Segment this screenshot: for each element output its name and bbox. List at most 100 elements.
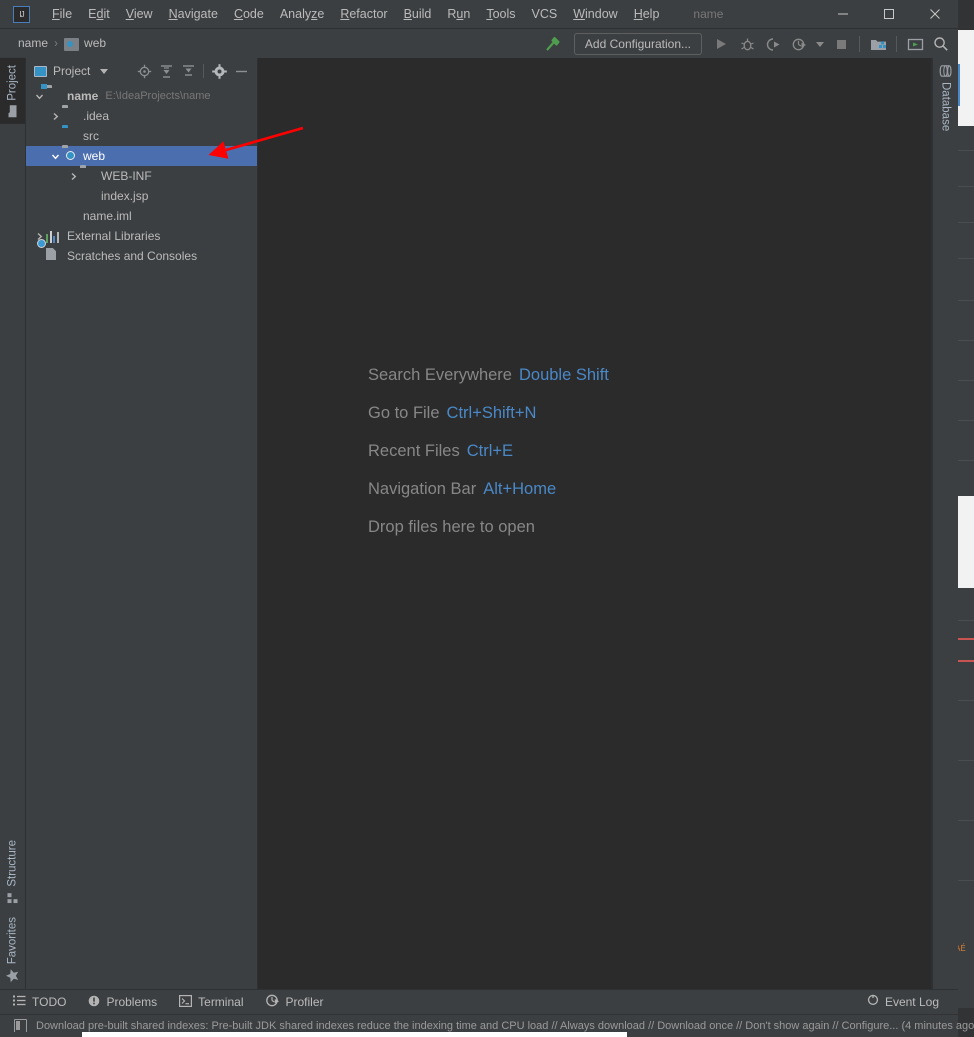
sidebar-item-structure[interactable]: Structure: [0, 833, 25, 910]
tree-node-name-iml[interactable]: name.iml: [26, 206, 257, 226]
update-app-icon[interactable]: [902, 31, 928, 57]
sidebar-item-database-label: Database: [939, 82, 952, 132]
status-item-profiler-label: Profiler: [285, 995, 324, 1009]
expand-all-icon[interactable]: [156, 61, 176, 81]
dropdown-caret-icon[interactable]: [812, 31, 828, 57]
event-log-icon: [867, 994, 879, 1010]
status-item-profiler[interactable]: Profiler: [257, 992, 333, 1012]
window-project-title: name: [693, 7, 724, 21]
status-item-problems[interactable]: Problems: [79, 993, 166, 1012]
hint-search-everywhere-shortcut: Double Shift: [518, 366, 609, 384]
sidebar-item-favorites[interactable]: Favorites: [0, 910, 25, 989]
main-window: IJ File Edit View Navigate Code Analyze …: [0, 0, 974, 1037]
menu-view[interactable]: View: [118, 4, 161, 24]
add-configuration-button[interactable]: Add Configuration...: [573, 33, 702, 55]
menu-file[interactable]: File: [44, 4, 80, 24]
menu-help[interactable]: Help: [626, 4, 668, 24]
tree-node-index-jsp[interactable]: index.jsp: [26, 186, 257, 206]
menu-window[interactable]: Window: [565, 4, 625, 24]
status-item-event-log-label: Event Log: [884, 995, 939, 1009]
sidebar-item-structure-label: Structure: [6, 840, 19, 887]
status-item-terminal[interactable]: Terminal: [170, 993, 252, 1012]
breadcrumb-item-web[interactable]: web: [60, 34, 110, 52]
left-tool-strip: Project Structure Favorites: [0, 58, 26, 989]
menu-code[interactable]: Code: [226, 4, 272, 24]
hint-recent-files-action: Recent Files: [368, 442, 460, 460]
hint-search-everywhere: Search Everywhere Double Shift: [368, 366, 609, 385]
run-icon[interactable]: [708, 31, 734, 57]
chevron-down-icon[interactable]: [32, 92, 46, 101]
editor-hint-list: Search Everywhere Double Shift Go to File…: [368, 366, 609, 556]
status-item-event-log[interactable]: Event Log: [858, 992, 948, 1012]
chevron-down-icon[interactable]: [100, 68, 109, 74]
hint-search-everywhere-action: Search Everywhere: [368, 366, 512, 384]
menu-vcs[interactable]: VCS: [524, 4, 566, 24]
close-icon[interactable]: [912, 0, 958, 28]
todo-icon: [13, 995, 26, 1009]
sidebar-item-database[interactable]: Database: [933, 58, 958, 138]
status-item-todo[interactable]: TODO: [4, 993, 75, 1011]
tree-node-src-label: src: [83, 129, 99, 143]
chevron-right-icon[interactable]: [66, 172, 80, 181]
taskbar-active-window: [82, 1032, 627, 1037]
database-icon: [939, 65, 952, 78]
status-bar-right: Event Log: [854, 992, 948, 1012]
project-panel-title-group[interactable]: Project: [34, 64, 109, 78]
project-structure-icon[interactable]: [865, 31, 891, 57]
status-item-problems-label: Problems: [106, 995, 158, 1009]
intellij-logo-icon: IJ: [13, 5, 30, 23]
chevron-down-icon[interactable]: [48, 152, 62, 161]
tree-node-src[interactable]: src: [26, 126, 257, 146]
problems-icon: [88, 995, 100, 1010]
tree-node-name-iml-label: name.iml: [83, 209, 132, 223]
tree-node-web[interactable]: web: [26, 146, 257, 166]
stop-icon[interactable]: [828, 31, 854, 57]
project-panel-toolbar: [134, 61, 251, 81]
profile-icon[interactable]: [786, 31, 812, 57]
title-bar: IJ File Edit View Navigate Code Analyze …: [0, 0, 958, 28]
source-folder-icon: [62, 128, 78, 144]
tree-node-external-libraries[interactable]: External Libraries: [26, 226, 257, 246]
settings-gear-icon[interactable]: [209, 61, 229, 81]
breadcrumb-item-web-label: web: [84, 36, 107, 51]
tree-node-web-label: web: [83, 149, 106, 163]
tree-node-idea-label: .idea: [83, 109, 110, 123]
collapse-all-icon[interactable]: [178, 61, 198, 81]
maximize-icon[interactable]: [866, 0, 912, 28]
select-opened-file-icon[interactable]: [134, 61, 154, 81]
menu-run[interactable]: Run: [439, 4, 478, 24]
menu-build[interactable]: Build: [396, 4, 440, 24]
hint-navigation-bar: Navigation Bar Alt+Home: [368, 480, 609, 499]
hint-go-to-file-action: Go to File: [368, 404, 440, 422]
menu-analyze[interactable]: Analyze: [272, 4, 332, 24]
editor-area[interactable]: Search Everywhere Double Shift Go to File…: [258, 58, 932, 989]
menu-navigate[interactable]: Navigate: [161, 4, 226, 24]
web-folder-icon: [62, 148, 78, 164]
project-view-icon: [34, 65, 47, 77]
tree-node-web-inf[interactable]: WEB-INF: [26, 166, 257, 186]
hide-minimize-icon[interactable]: [231, 61, 251, 81]
hint-navigation-bar-action: Navigation Bar: [368, 480, 477, 498]
tree-node-idea[interactable]: .idea: [26, 106, 257, 126]
build-hammer-icon[interactable]: [540, 31, 566, 57]
menu-tools[interactable]: Tools: [478, 4, 523, 24]
tree-node-web-inf-label: WEB-INF: [101, 169, 152, 183]
chevron-right-icon[interactable]: [48, 112, 62, 121]
main-body: Project Structure Favorites Project name…: [0, 58, 958, 989]
web-folder-icon: [64, 37, 80, 51]
search-icon[interactable]: [928, 31, 954, 57]
profiler-icon: [265, 994, 280, 1010]
run-with-coverage-icon[interactable]: [760, 31, 786, 57]
iml-file-icon: [62, 208, 78, 224]
debug-icon[interactable]: [734, 31, 760, 57]
menu-edit[interactable]: Edit: [80, 4, 118, 24]
sidebar-item-project[interactable]: Project: [0, 58, 25, 124]
tree-node-scratches[interactable]: Scratches and Consoles: [26, 239, 257, 266]
tree-node-name[interactable]: name E:\IdeaProjects\name: [26, 86, 257, 106]
terminal-icon: [179, 994, 193, 1010]
breadcrumb-item-name[interactable]: name: [14, 34, 52, 52]
sidebar-item-favorites-label: Favorites: [6, 916, 19, 964]
hint-drop-files-action: Drop files here to open: [368, 518, 535, 536]
menu-refactor[interactable]: Refactor: [332, 4, 395, 24]
minimize-icon[interactable]: [820, 0, 866, 28]
